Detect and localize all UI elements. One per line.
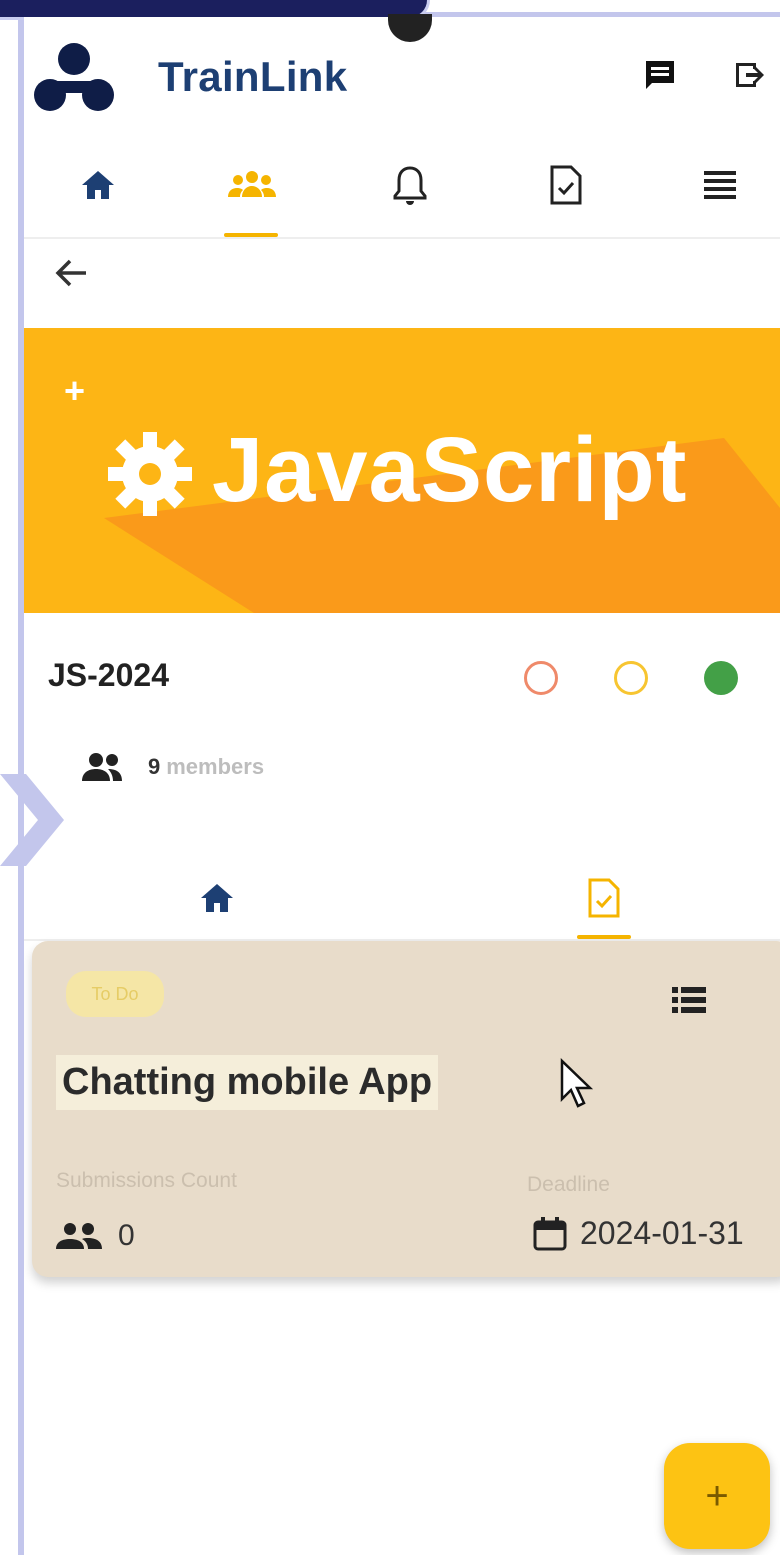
deadline-label: Deadline bbox=[527, 1173, 610, 1196]
status-badge: To Do bbox=[66, 971, 164, 1017]
tab-home[interactable] bbox=[192, 873, 242, 923]
tab-active-indicator bbox=[577, 935, 631, 939]
menu-icon bbox=[704, 171, 736, 199]
status-dot-green[interactable] bbox=[704, 661, 738, 695]
nav-menu[interactable] bbox=[690, 155, 750, 215]
members-info: 9 members bbox=[80, 751, 264, 783]
main-nav bbox=[24, 137, 780, 239]
group-tabs bbox=[24, 855, 780, 941]
deadline-value: 2024-01-31 bbox=[580, 1215, 744, 1251]
chevron-right-icon bbox=[0, 774, 64, 866]
members-count: 9 bbox=[148, 754, 161, 779]
task-title: Chatting mobile App bbox=[56, 1055, 439, 1110]
course-banner: + JavaScript bbox=[24, 328, 780, 613]
submissions-info: 0 bbox=[56, 1219, 135, 1253]
nav-groups[interactable] bbox=[222, 155, 282, 215]
app-screen: TrainLink + JavaScript JS-2024 9 members… bbox=[24, 17, 780, 1555]
nav-tasks[interactable] bbox=[536, 155, 596, 215]
group-code: JS-2024 bbox=[48, 657, 169, 693]
home-icon bbox=[201, 884, 233, 912]
nav-home[interactable] bbox=[68, 155, 128, 215]
back-arrow-icon[interactable] bbox=[52, 253, 92, 293]
gear-icon bbox=[108, 432, 192, 516]
submissions-count: 0 bbox=[118, 1219, 135, 1252]
app-logo bbox=[34, 43, 114, 111]
list-menu-icon[interactable] bbox=[670, 983, 708, 1017]
home-icon bbox=[82, 171, 114, 199]
nav-notifications[interactable] bbox=[380, 155, 440, 215]
tab-tasks[interactable] bbox=[579, 873, 629, 923]
logout-icon[interactable] bbox=[732, 57, 768, 93]
members-icon bbox=[82, 753, 122, 781]
members-label: members bbox=[166, 754, 265, 779]
nav-active-indicator bbox=[224, 233, 278, 237]
groups-icon bbox=[228, 171, 276, 197]
banner-plus: + bbox=[64, 370, 86, 411]
status-dot-red[interactable] bbox=[524, 661, 558, 695]
status-dot-yellow[interactable] bbox=[614, 661, 648, 695]
task-icon bbox=[588, 878, 620, 918]
bell-icon bbox=[393, 166, 427, 205]
course-title: JavaScript bbox=[212, 419, 688, 521]
deadline-info: 2024-01-31 bbox=[532, 1215, 744, 1252]
people-icon bbox=[56, 1223, 102, 1249]
calendar-icon bbox=[533, 1216, 567, 1250]
task-icon bbox=[550, 165, 582, 205]
submissions-label: Submissions Count bbox=[56, 1169, 237, 1192]
mouse-cursor-icon bbox=[560, 1058, 594, 1108]
add-task-button[interactable]: + bbox=[664, 1443, 770, 1549]
app-name: TrainLink bbox=[158, 53, 348, 100]
chat-icon[interactable] bbox=[642, 57, 678, 93]
task-card[interactable]: To Do Chatting mobile App Submissions Co… bbox=[32, 941, 780, 1277]
